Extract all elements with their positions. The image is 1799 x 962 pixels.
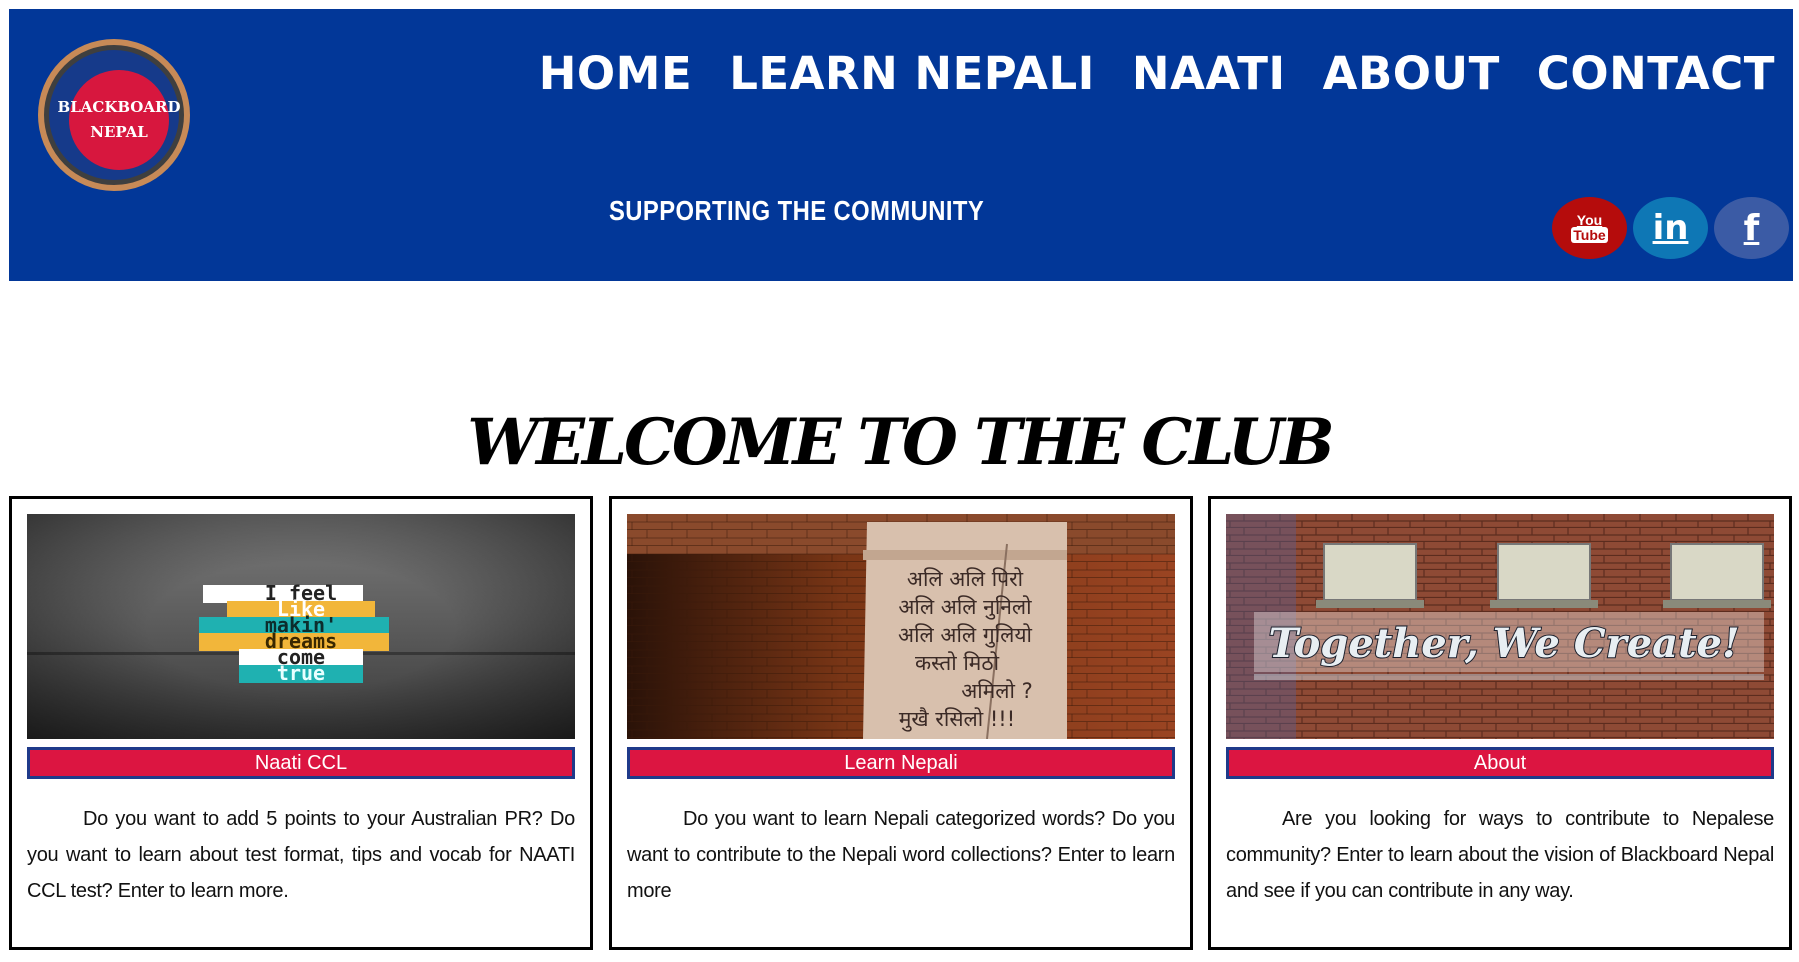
learn-nepali-card-description: Do you want to learn Nepali categorized … <box>627 808 1175 902</box>
logo-circle: BLACKBOARD NEPAL <box>58 70 181 170</box>
linkedin-logo: in <box>1652 208 1689 248</box>
nav-home[interactable]: HOME <box>539 37 692 111</box>
nepali-image-line-2: अलि अलि नुनिलो <box>898 595 1032 620</box>
nepali-image-line-1: अलि अलि पिरो <box>907 567 1024 591</box>
about-image-text: Together, We Create! <box>1268 620 1739 667</box>
naati-ccl-button[interactable]: Naati CCL <box>27 747 575 779</box>
naati-image-text-6: true <box>277 661 325 685</box>
naati-card-description: Do you want to add 5 points to your Aust… <box>27 808 575 902</box>
card-about: Together, We Create! About Are you looki… <box>1208 496 1792 950</box>
nepali-image-line-6: मुखै रसिलो !!! <box>899 707 1015 732</box>
facebook-icon[interactable]: f <box>1714 197 1789 259</box>
site-tagline: SUPPORTING THE COMMUNITY <box>609 195 985 226</box>
youtube-logo: You Tube <box>1571 212 1608 243</box>
logo-text-line1: BLACKBOARD <box>57 98 181 116</box>
about-card-image[interactable]: Together, We Create! <box>1226 514 1774 739</box>
learn-nepali-button[interactable]: Learn Nepali <box>627 747 1175 779</box>
logo-text-line2: NEPAL <box>90 123 148 141</box>
about-button[interactable]: About <box>1226 747 1774 779</box>
nepali-image-line-5: अमिलो ? <box>961 679 1033 703</box>
nav-naati[interactable]: NAATI <box>1132 37 1286 111</box>
youtube-logo-tube: Tube <box>1571 227 1608 243</box>
site-header: BLACKBOARD NEPAL HOME LEARN NEPALI NAATI… <box>9 9 1793 281</box>
blackboard-nepal-logo[interactable]: BLACKBOARD NEPAL <box>38 39 190 191</box>
linkedin-icon[interactable]: in <box>1633 197 1708 259</box>
nav-about[interactable]: ABOUT <box>1323 37 1500 111</box>
card-learn-nepali: अलि अलि पिरो अलि अलि नुनिलो अलि अलि गुलि… <box>609 496 1193 950</box>
main-nav: HOME LEARN NEPALI NAATI ABOUT CONTACT <box>539 37 1775 111</box>
youtube-icon[interactable]: You Tube <box>1552 197 1627 259</box>
learn-nepali-card-image[interactable]: अलि अलि पिरो अलि अलि नुनिलो अलि अलि गुलि… <box>627 514 1175 739</box>
facebook-logo: f <box>1743 207 1760 249</box>
nepali-image-line-3: अलि अलि गुलियो <box>898 623 1032 648</box>
welcome-title: WELCOME TO THE CLUB <box>467 404 1334 480</box>
about-card-description: Are you looking for ways to contribute t… <box>1226 808 1774 902</box>
logo-ring: BLACKBOARD NEPAL <box>44 45 184 185</box>
youtube-logo-you: You <box>1576 212 1603 228</box>
nepali-image-line-4: कस्तो मिठो <box>915 651 1000 675</box>
card-naati-ccl: I feel Like makin' dreams come true Naat… <box>9 496 593 950</box>
naati-card-image[interactable]: I feel Like makin' dreams come true <box>27 514 575 739</box>
nav-contact[interactable]: CONTACT <box>1537 37 1775 111</box>
nav-learn-nepali[interactable]: LEARN NEPALI <box>729 37 1095 111</box>
